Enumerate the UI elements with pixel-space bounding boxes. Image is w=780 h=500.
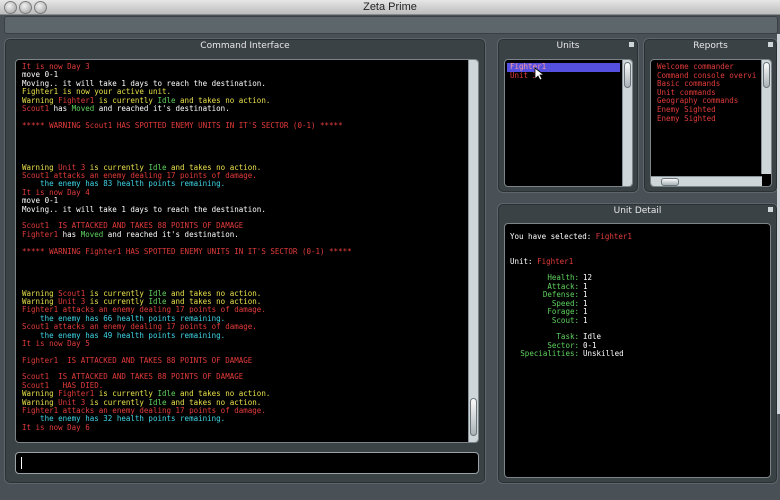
reports-vscrollbar[interactable] [761, 60, 771, 174]
window-titlebar: Zeta Prime [0, 0, 780, 15]
detail-row: Scout: 1 [513, 315, 592, 326]
log-line: It is now Day 4 [22, 188, 464, 197]
selected-unit-line: You have selected: Fighter1 [510, 232, 632, 241]
window-title: Zeta Prime [363, 1, 417, 13]
log-segment: has [49, 103, 72, 113]
detail-value: 12 [583, 273, 593, 282]
command-panel-title: Command Interface [200, 41, 290, 51]
units-panel: Units Fighter1 Unit 3 [497, 38, 639, 193]
units-scrollbar[interactable] [622, 60, 632, 186]
reports-hscrollbar[interactable] [651, 176, 762, 186]
log-segment: ***** WARNING Fighter1 HAS SPOTTED ENEMY… [22, 246, 352, 256]
log-scrollbar[interactable] [468, 60, 478, 442]
log-line: Fighter1 IS ATTACKED AND TAKES 88 POINTS… [22, 355, 464, 365]
units-list: Fighter1 Unit 3 [504, 59, 633, 187]
reports-vscrollbar-thumb[interactable] [763, 62, 770, 88]
log-segment: and reached it's destination. [94, 103, 230, 113]
command-log: It is now Day 3 move 0-1 Moving.. it will … [15, 59, 479, 443]
detail-value: 1 [583, 290, 588, 300]
log-line: ***** WARNING Scout1 HAS SPOTTED ENEMY U… [22, 120, 464, 130]
log-line: It is now Day 5 [22, 338, 464, 348]
log-line: It is now Day 6 [22, 422, 464, 432]
log-scrollbar-thumb[interactable] [470, 398, 477, 436]
command-panel: Command Interface It is now Day 3 move 0-… [4, 38, 486, 484]
unit-list-item[interactable]: Unit 3 [507, 71, 620, 81]
detail-value: 1 [583, 315, 588, 325]
reports-list: Welcome commander Command console overvi B… [650, 59, 772, 187]
log-segment: Moved [80, 229, 104, 239]
unit-stats: Health: 12 Attack: 1 Defense: 1 Speed: 1 Forage:… [513, 273, 593, 326]
reports-panel-close-icon[interactable] [768, 42, 773, 47]
unit-detail-close-icon[interactable] [768, 207, 773, 212]
log-segment: Fighter1 [22, 229, 59, 239]
detail-label: Specialities: [520, 349, 579, 359]
detail-label: Scout: [551, 315, 579, 325]
log-segment: ***** WARNING Scout1 HAS SPOTTED ENEMY U… [22, 120, 343, 130]
log-line: Scout1 has Moved and reached it's destin… [22, 103, 464, 113]
log-lines: It is now Day 3 move 0-1 Moving.. it will … [22, 62, 464, 432]
log-segment: and reached it's destination. [103, 229, 239, 239]
log-segment: Scout1 [22, 103, 50, 113]
log-segment: Fighter1 IS ATTACKED AND TAKES 88 POINTS… [22, 355, 253, 365]
log-line: It is now Day 3 [22, 62, 464, 71]
detail-value: Unskilled [583, 349, 624, 359]
detail-value: Idle [583, 332, 602, 341]
log-segment: It is now Day 6 [22, 422, 90, 432]
unit-detail-body: You have selected: Fighter1 Unit: Fighte… [504, 223, 771, 478]
log-segment: It is now Day 5 [22, 338, 90, 348]
unit-detail-title: Unit Detail [613, 206, 662, 216]
log-line: ***** WARNING Fighter1 HAS SPOTTED ENEMY… [22, 246, 464, 256]
log-line: Moving.. it will take 1 days to reach th… [22, 204, 464, 214]
report-item[interactable]: Enemy Sighted [657, 114, 759, 124]
unit-detail-panel: Unit Detail You have selected: Fighter1 … [497, 203, 778, 484]
command-input[interactable] [15, 452, 479, 474]
selected-unit-name: Fighter1 [595, 232, 632, 241]
log-segment: Moved [71, 103, 95, 113]
reports-panel: Reports Welcome commander Command console… [643, 38, 778, 193]
unit-name-line: Unit: Fighter1 [510, 257, 574, 266]
detail-row: Specialities: Unskilled [513, 349, 624, 359]
unit-info: Task: Idle Sector: 0-1 Specialities: Unskille… [513, 332, 624, 359]
reports-hscrollbar-thumb[interactable] [661, 178, 679, 186]
mouse-pointer-icon [534, 67, 544, 81]
toolbar [4, 16, 778, 34]
log-segment: Moving.. it will take 1 days to reach th… [22, 204, 266, 214]
units-panel-close-icon[interactable] [629, 42, 634, 47]
log-line: Fighter1 has Moved and reached it's dest… [22, 229, 464, 239]
log-segment: has [58, 229, 81, 239]
text-cursor [21, 457, 22, 469]
units-panel-title: Units [556, 41, 580, 51]
unit-name: Fighter1 [537, 257, 574, 266]
units-scrollbar-thumb[interactable] [624, 62, 631, 88]
reports-panel-title: Reports [693, 41, 728, 51]
